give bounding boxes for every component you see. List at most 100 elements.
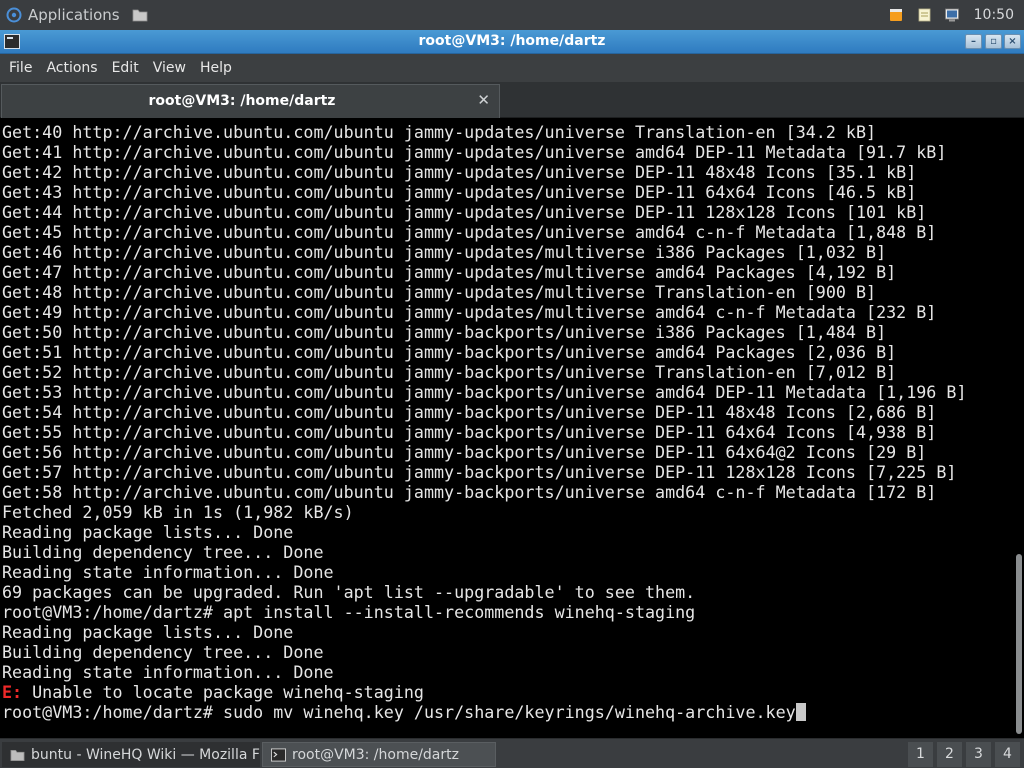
terminal-line-text: Get:51 http://archive.ubuntu.com/ubuntu … [2, 342, 897, 362]
terminal-line: Get:41 http://archive.ubuntu.com/ubuntu … [2, 142, 1012, 162]
terminal-line: Get:51 http://archive.ubuntu.com/ubuntu … [2, 342, 1012, 362]
terminal-line: Get:48 http://archive.ubuntu.com/ubuntu … [2, 282, 1012, 302]
file-manager-icon[interactable] [132, 7, 148, 23]
close-button[interactable]: × [1004, 34, 1021, 49]
terminal-line: Get:53 http://archive.ubuntu.com/ubuntu … [2, 382, 1012, 402]
terminal-line: root@VM3:/home/dartz# apt install --inst… [2, 602, 1012, 622]
clock[interactable]: 10:50 [974, 7, 1014, 23]
taskbar-item-terminal[interactable]: root@VM3: /home/dartz [262, 742, 496, 767]
terminal-icon [271, 747, 286, 762]
terminal-line-text: Unable to locate package winehq-staging [22, 682, 424, 702]
maximize-button[interactable]: ▫ [985, 34, 1002, 49]
terminal-line-text: Reading state information... Done [2, 562, 334, 582]
tab-label: root@VM3: /home/dartz [148, 93, 336, 109]
text-cursor [795, 703, 806, 721]
updates-icon[interactable] [888, 7, 904, 23]
terminal-line: Get:52 http://archive.ubuntu.com/ubuntu … [2, 362, 1012, 382]
terminal-line-text: Get:47 http://archive.ubuntu.com/ubuntu … [2, 262, 897, 282]
workspace-2-button[interactable]: 2 [937, 742, 962, 767]
terminal-line-text: Get:46 http://archive.ubuntu.com/ubuntu … [2, 242, 887, 262]
terminal-line-text: Building dependency tree... Done [2, 642, 324, 662]
workspace-switcher: 1 2 3 4 [908, 742, 1020, 767]
network-icon[interactable] [944, 7, 960, 23]
terminal-line-text: Get:52 http://archive.ubuntu.com/ubuntu … [2, 362, 897, 382]
terminal-line: Get:58 http://archive.ubuntu.com/ubuntu … [2, 482, 1012, 502]
terminal-line-text: Get:43 http://archive.ubuntu.com/ubuntu … [2, 182, 917, 202]
terminal-window: root@VM3: /home/dartz – ▫ × File Actions… [0, 30, 1024, 738]
minimize-button[interactable]: – [965, 34, 982, 49]
terminal-line: 69 packages can be upgraded. Run 'apt li… [2, 582, 1012, 602]
terminal-line-text: Get:44 http://archive.ubuntu.com/ubuntu … [2, 202, 927, 222]
terminal-line-text: Get:41 http://archive.ubuntu.com/ubuntu … [2, 142, 947, 162]
menu-help[interactable]: Help [193, 54, 239, 82]
scrollbar-thumb[interactable] [1016, 554, 1022, 734]
taskbar-item-label: buntu - WineHQ Wiki — Mozilla Fir [31, 746, 260, 763]
terminal-line-text: Get:58 http://archive.ubuntu.com/ubuntu … [2, 482, 937, 502]
system-tray: 10:50 [888, 0, 1014, 30]
terminal-lines: Get:40 http://archive.ubuntu.com/ubuntu … [2, 122, 1012, 722]
top-panel: Applications 10:50 [0, 0, 1024, 30]
terminal-line: Reading state information... Done [2, 662, 1012, 682]
terminal-line: Building dependency tree... Done [2, 642, 1012, 662]
terminal-line-text: Get:42 http://archive.ubuntu.com/ubuntu … [2, 162, 917, 182]
terminal-line-text: Get:48 http://archive.ubuntu.com/ubuntu … [2, 282, 877, 302]
terminal-line-text: Get:50 http://archive.ubuntu.com/ubuntu … [2, 322, 887, 342]
terminal-line-text: Reading state information... Done [2, 662, 334, 682]
terminal-line-text: Get:53 http://archive.ubuntu.com/ubuntu … [2, 382, 967, 402]
window-titlebar[interactable]: root@VM3: /home/dartz – ▫ × [0, 30, 1024, 54]
menu-actions[interactable]: Actions [39, 54, 104, 82]
notes-icon[interactable] [916, 7, 932, 23]
terminal-line: root@VM3:/home/dartz# sudo mv winehq.key… [2, 702, 1012, 722]
terminal-line: Reading state information... Done [2, 562, 1012, 582]
terminal-line: Get:46 http://archive.ubuntu.com/ubuntu … [2, 242, 1012, 262]
terminal-line: Get:45 http://archive.ubuntu.com/ubuntu … [2, 222, 1012, 242]
window-title: root@VM3: /home/dartz [418, 33, 606, 49]
workspace-1-button[interactable]: 1 [908, 742, 933, 767]
applications-menu-button[interactable]: Applications [6, 0, 120, 30]
terminal-line-text: Get:40 http://archive.ubuntu.com/ubuntu … [2, 122, 877, 142]
terminal-line: E: Unable to locate package winehq-stagi… [2, 682, 1012, 702]
workspace-4-button[interactable]: 4 [995, 742, 1020, 767]
terminal-line: Get:43 http://archive.ubuntu.com/ubuntu … [2, 182, 1012, 202]
terminal-line-text: 69 packages can be upgraded. Run 'apt li… [2, 582, 696, 602]
terminal-line-text: Building dependency tree... Done [2, 542, 324, 562]
terminal-line-text: Get:57 http://archive.ubuntu.com/ubuntu … [2, 462, 957, 482]
terminal-line-text: Get:49 http://archive.ubuntu.com/ubuntu … [2, 302, 937, 322]
scrollbar[interactable] [1016, 119, 1022, 738]
terminal-line: Get:56 http://archive.ubuntu.com/ubuntu … [2, 442, 1012, 462]
xubuntu-logo-icon [6, 7, 22, 23]
terminal-line-text: root@VM3:/home/dartz# sudo mv winehq.key… [2, 702, 796, 722]
menubar: File Actions Edit View Help [0, 54, 1024, 82]
tab-terminal[interactable]: root@VM3: /home/dartz ✕ [1, 84, 500, 118]
terminal-line: Fetched 2,059 kB in 1s (1,982 kB/s) [2, 502, 1012, 522]
terminal-line: Get:55 http://archive.ubuntu.com/ubuntu … [2, 422, 1012, 442]
terminal-line-text: root@VM3:/home/dartz# apt install --inst… [2, 602, 696, 622]
terminal-line: Reading package lists... Done [2, 622, 1012, 642]
workspace-3-button[interactable]: 3 [966, 742, 991, 767]
applications-label: Applications [28, 6, 120, 24]
bottom-panel: buntu - WineHQ Wiki — Mozilla Fir root@V… [0, 738, 1024, 768]
taskbar-item-label: root@VM3: /home/dartz [292, 746, 459, 763]
menu-file[interactable]: File [2, 54, 39, 82]
terminal-line-text: Fetched 2,059 kB in 1s (1,982 kB/s) [2, 502, 354, 522]
terminal-output[interactable]: Get:40 http://archive.ubuntu.com/ubuntu … [0, 119, 1024, 738]
terminal-line: Building dependency tree... Done [2, 542, 1012, 562]
terminal-line: Get:50 http://archive.ubuntu.com/ubuntu … [2, 322, 1012, 342]
terminal-line-text: Reading package lists... Done [2, 622, 294, 642]
terminal-line-text: Reading package lists... Done [2, 522, 294, 542]
terminal-line: Get:44 http://archive.ubuntu.com/ubuntu … [2, 202, 1012, 222]
terminal-line-text: Get:55 http://archive.ubuntu.com/ubuntu … [2, 422, 937, 442]
terminal-line: Get:47 http://archive.ubuntu.com/ubuntu … [2, 262, 1012, 282]
menu-view[interactable]: View [146, 54, 193, 82]
error-prefix: E: [2, 682, 23, 702]
folder-icon [10, 749, 25, 761]
tab-bar: root@VM3: /home/dartz ✕ [0, 82, 1024, 118]
terminal-line-text: Get:45 http://archive.ubuntu.com/ubuntu … [2, 222, 937, 242]
terminal-line: Get:49 http://archive.ubuntu.com/ubuntu … [2, 302, 1012, 322]
terminal-line: Get:40 http://archive.ubuntu.com/ubuntu … [2, 122, 1012, 142]
terminal-line-text: Get:56 http://archive.ubuntu.com/ubuntu … [2, 442, 927, 462]
terminal-line: Get:57 http://archive.ubuntu.com/ubuntu … [2, 462, 1012, 482]
tab-close-icon[interactable]: ✕ [477, 91, 490, 109]
taskbar-item-firefox[interactable]: buntu - WineHQ Wiki — Mozilla Fir [2, 742, 260, 767]
menu-edit[interactable]: Edit [105, 54, 146, 82]
